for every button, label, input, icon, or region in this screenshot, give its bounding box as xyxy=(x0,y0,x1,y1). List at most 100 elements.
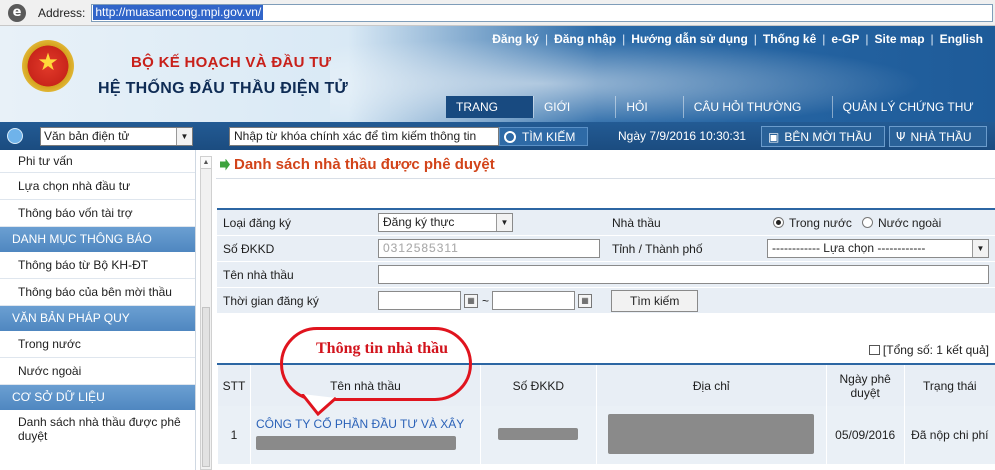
top-links: Đăng ký | Đăng nhập | Hướng dẫn sử dụng | T… xyxy=(492,32,983,46)
dkkd-value: 0312585311 xyxy=(383,241,459,255)
sidebar-item-inviter-notices[interactable]: Thông báo của bên mời thầu xyxy=(0,279,195,306)
row-stt: 1 xyxy=(217,406,251,464)
search-input[interactable]: Nhập từ khóa chính xác để tìm kiếm thông… xyxy=(229,127,499,146)
sidebar-item-funding-notice[interactable]: Thông báo vốn tài trợ xyxy=(0,200,195,227)
sidebar-item-domestic[interactable]: Trong nước xyxy=(0,331,195,358)
province-select[interactable]: ------------ Lựa chọn ------------ ▼ xyxy=(767,239,989,258)
result-total: [Tổng số: 1 kết quả] xyxy=(868,343,989,357)
calendar-icon[interactable]: ▦ xyxy=(464,294,478,308)
date-range-separator: ~ xyxy=(482,293,490,308)
link-login[interactable]: Đăng nhập xyxy=(554,32,616,46)
sidebar-section-notices[interactable]: DANH MỤC THÔNG BÁO xyxy=(0,227,195,252)
radio-domestic[interactable]: Trong nước xyxy=(773,216,852,230)
time-label: Thời gian đăng ký xyxy=(223,293,319,308)
reg-type-label: Loại đăng ký xyxy=(223,215,292,230)
contractor-label: Nhà thầu xyxy=(612,215,661,230)
inviter-button[interactable]: ▣ BÊN MỜI THẦU xyxy=(761,126,885,147)
annotation-text: Thông tin nhà thầu xyxy=(316,340,449,357)
sidebar: Phi tư vấn Lựa chọn nhà đầu tư Thông báo… xyxy=(0,150,196,470)
org-name-line1: BỘ KẾ HOẠCH VÀ ĐẦU TƯ xyxy=(131,54,332,71)
page-title-text: Danh sách nhà thầu được phê duyệt xyxy=(234,156,495,173)
chevron-down-icon: ▼ xyxy=(972,240,988,257)
col-approval-date: Ngày phê duyệt xyxy=(825,364,905,406)
document-type-select[interactable]: Văn bản điện tử ▼ xyxy=(40,127,193,146)
nav-home[interactable]: TRANG CHỦ xyxy=(446,96,533,118)
radio-domestic-dot[interactable] xyxy=(773,217,784,228)
col-stt: STT xyxy=(217,364,251,406)
reg-type-select[interactable]: Đăng ký thực ▼ xyxy=(378,213,513,232)
name-input[interactable] xyxy=(378,265,989,284)
row-address xyxy=(595,406,827,464)
date-from-input[interactable] xyxy=(378,291,461,310)
name-label: Tên nhà thầu xyxy=(223,267,294,282)
link-sitemap[interactable]: Site map xyxy=(875,32,925,46)
row-status: Đã nộp chi phí xyxy=(903,406,995,464)
result-total-text: [Tổng số: 1 kết quả] xyxy=(882,343,989,357)
redacted-address xyxy=(608,413,815,454)
sidebar-item-non-consulting[interactable]: Phi tư vấn xyxy=(0,150,195,173)
col-address: Địa chỉ xyxy=(595,364,827,406)
scroll-thumb[interactable] xyxy=(202,307,210,467)
form-row-3: Tên nhà thầu xyxy=(217,262,995,288)
search-button-label: TÌM KIẾM xyxy=(522,129,576,144)
sidebar-section-database[interactable]: CƠ SỞ DỮ LIỆU xyxy=(0,385,195,410)
annotation-tail xyxy=(300,394,337,416)
current-date: Ngày 7/9/2016 10:30:31 xyxy=(618,129,747,143)
sidebar-scrollbar[interactable]: ▲ xyxy=(200,156,212,470)
book-icon: ▣ xyxy=(768,129,780,144)
inviter-button-label: BÊN MỜI THẦU xyxy=(784,129,872,144)
col-status: Trạng thái xyxy=(903,364,995,406)
address-label: Address: xyxy=(38,5,86,20)
link-register[interactable]: Đăng ký xyxy=(492,32,539,46)
redacted-dkkd xyxy=(498,427,579,440)
address-url: http://muasamcong.mpi.gov.vn/ xyxy=(93,5,264,20)
form-row-2: Số ĐKKD 0312585311 Tỉnh / Thành phố ----… xyxy=(217,236,995,262)
radio-foreign-dot[interactable] xyxy=(862,217,873,228)
date-to-input[interactable] xyxy=(492,291,575,310)
nav-certificates[interactable]: QUẢN LÝ CHỨNG THƯ SỐ xyxy=(831,96,995,118)
dkkd-input[interactable]: 0312585311 xyxy=(378,239,600,258)
toolbar: Văn bản điện tử ▼ Nhập từ khóa chính xác… xyxy=(0,122,995,150)
address-input[interactable]: http://muasamcong.mpi.gov.vn/ xyxy=(91,3,993,22)
calendar-icon[interactable]: ▦ xyxy=(578,294,592,308)
globe-icon xyxy=(7,128,23,144)
radio-domestic-label: Trong nước xyxy=(789,215,852,230)
browser-address-bar: e Address: http://muasamcong.mpi.gov.vn/ xyxy=(0,0,995,26)
search-button[interactable]: TÌM KIẾM xyxy=(499,127,588,146)
plant-icon: Ψ xyxy=(896,129,906,144)
link-statistics[interactable]: Thống kê xyxy=(763,32,816,46)
chevron-down-icon: ▼ xyxy=(176,128,192,145)
row-approval-date: 05/09/2016 xyxy=(825,406,905,464)
link-english[interactable]: English xyxy=(940,32,983,46)
sidebar-item-foreign[interactable]: Nước ngoài xyxy=(0,358,195,385)
contractor-name-link[interactable]: CÔNG TY CỔ PHẦN ĐẦU TƯ VÀ XÂY xyxy=(256,416,480,432)
sidebar-item-investor-selection[interactable]: Lựa chọn nhà đầu tư xyxy=(0,173,195,200)
sidebar-item-approved-contractors[interactable]: Danh sách nhà thầu được phê duyệt xyxy=(0,410,195,448)
annotation-callout xyxy=(280,327,472,401)
province-value: ------------ Lựa chọn ------------ xyxy=(772,241,926,255)
sidebar-section-legal[interactable]: VĂN BẢN PHÁP QUY xyxy=(0,306,195,331)
arrow-right-icon xyxy=(220,158,230,171)
title-divider xyxy=(216,178,995,179)
chevron-down-icon: ▼ xyxy=(496,214,512,231)
link-egp[interactable]: e-GP xyxy=(831,32,859,46)
redacted-name xyxy=(255,436,456,450)
form-row-4: Thời gian đăng ký ▦ ~ ▦ Tìm kiếm xyxy=(217,288,995,314)
scroll-up-icon[interactable]: ▲ xyxy=(201,157,211,169)
row-name[interactable]: CÔNG TY CỔ PHẦN ĐẦU TƯ VÀ XÂY xyxy=(249,406,481,464)
contractor-button[interactable]: Ψ NHÀ THẦU xyxy=(889,126,987,147)
radio-foreign-label: Nước ngoài xyxy=(878,215,942,230)
link-guide[interactable]: Hướng dẫn sử dụng xyxy=(631,32,748,46)
province-label: Tỉnh / Thành phố xyxy=(612,241,703,256)
contractor-button-label: NHÀ THẦU xyxy=(910,129,972,144)
print-icon[interactable] xyxy=(868,345,880,355)
nav-faq[interactable]: CÂU HỎI THƯỜNG GẶP xyxy=(682,96,832,118)
reg-type-value: Đăng ký thực xyxy=(383,215,455,229)
nav-qa[interactable]: HỎI ĐÁP xyxy=(615,96,682,118)
nav-about[interactable]: GIỚI THIỆU xyxy=(532,96,615,118)
filter-search-button[interactable]: Tìm kiếm xyxy=(611,290,699,312)
sidebar-item-ministry-notices[interactable]: Thông báo từ Bộ KH-ĐT xyxy=(0,252,195,279)
page-title: Danh sách nhà thầu được phê duyệt xyxy=(220,156,495,173)
radio-foreign[interactable]: Nước ngoài xyxy=(862,216,941,230)
filter-form: Loại đăng ký Đăng ký thực ▼ Nhà thầu Tro… xyxy=(217,208,995,314)
